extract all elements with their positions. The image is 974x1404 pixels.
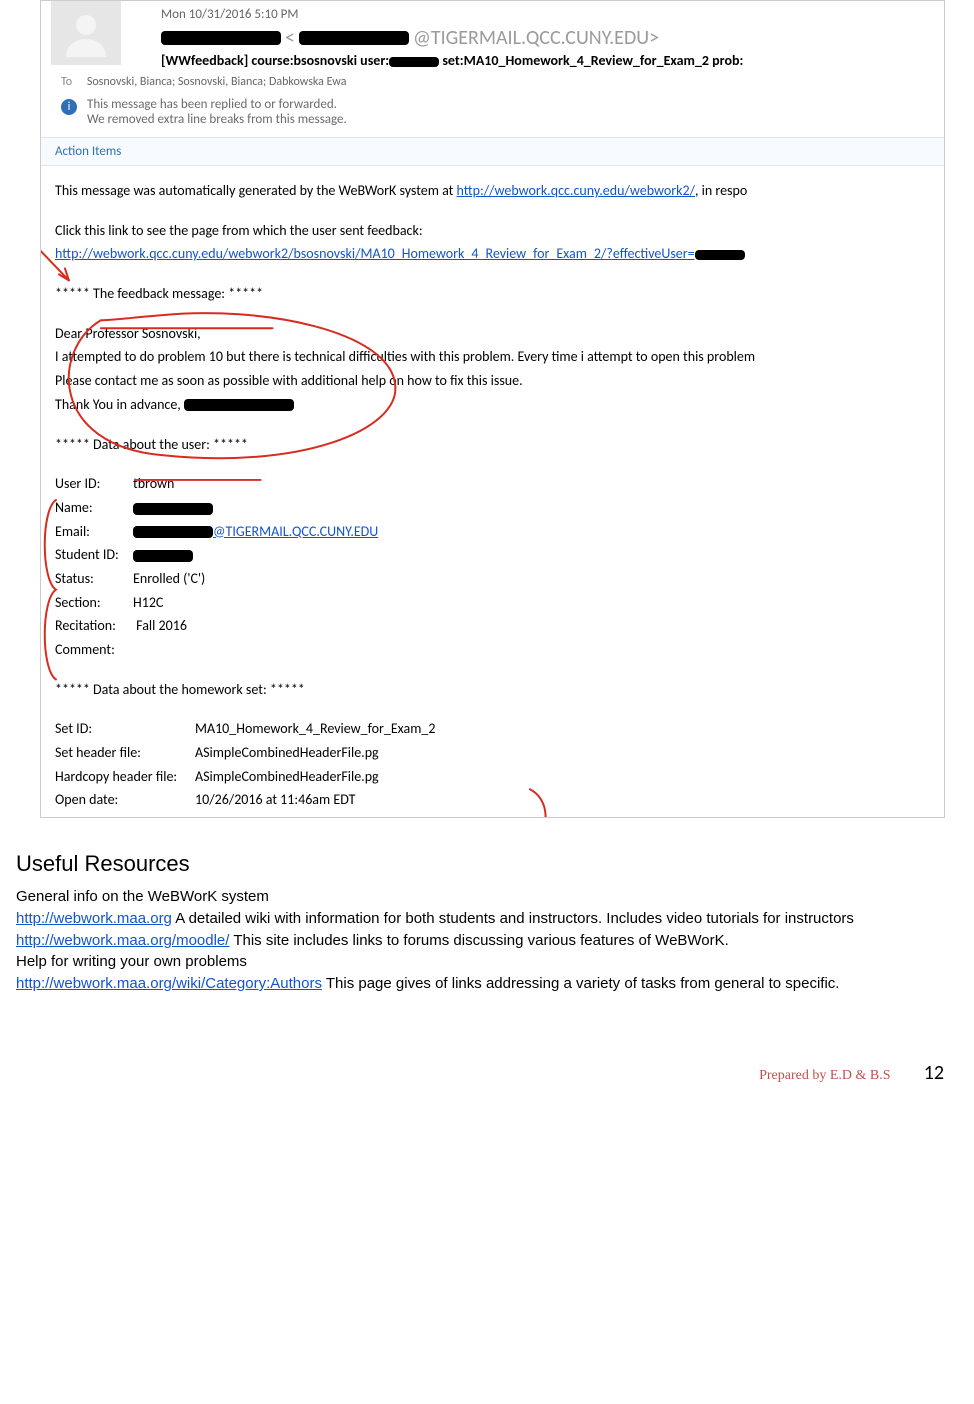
redacted-name [161,31,281,45]
email-header: Mon 10/31/2016 5:10 PM < @TIGERMAIL.QCC.… [41,1,944,127]
email-message-pane: Mon 10/31/2016 5:10 PM < @TIGERMAIL.QCC.… [40,0,945,818]
link-webwork-maa[interactable]: http://webwork.maa.org [16,910,172,927]
person-icon [62,9,110,57]
link-webwork-root[interactable]: http://webwork.qcc.cuny.edu/webwork2/ [457,182,695,199]
email-from: < @TIGERMAIL.QCC.CUNY.EDU> [161,26,934,50]
resources-title: Useful Resources [16,848,958,880]
email-date: Mon 10/31/2016 5:10 PM [161,7,934,22]
redacted-sid [133,550,193,562]
redacted-name2 [133,503,213,515]
page-footer: Prepared by E.D & B.S 12 [0,995,974,1115]
email-body: This message was automatically generated… [41,166,944,817]
link-webwork-moodle[interactable]: http://webwork.maa.org/moodle/ [16,932,229,949]
redacted-email2 [133,526,213,538]
action-items-bar[interactable]: Action Items [41,137,944,166]
resources-section: Useful Resources General info on the WeB… [0,848,974,995]
page-number: 12 [924,1061,944,1085]
avatar [51,1,121,65]
section-header-feedback: ***** The feedback message: ***** [55,283,930,305]
link-feedback-page[interactable]: http://webwork.qcc.cuny.edu/webwork2/bso… [55,245,695,262]
email-info-banner: i This message has been replied to or fo… [61,97,934,127]
prepared-by: Prepared by E.D & B.S [759,1068,890,1083]
link-webwork-authors[interactable]: http://webwork.maa.org/wiki/Category:Aut… [16,975,322,992]
email-to: To Sosnovski, Bianca; Sosnovski, Bianca;… [61,75,934,89]
email-subject: [WWfeedback] course:bsosnovski user: set… [161,52,934,69]
info-icon: i [61,99,77,115]
section-header-user: ***** Data about the user: ***** [55,434,930,456]
link-student-email[interactable]: @TIGERMAIL.QCC.CUNY.EDU [213,523,378,540]
email-from-domain: @TIGERMAIL.QCC.CUNY.EDU> [413,26,659,50]
section-header-set: ***** Data about the homework set: ***** [55,679,930,701]
redacted-signature [184,399,294,411]
redacted-user [389,57,439,67]
redacted-user-param [695,250,745,260]
redacted-email-user [299,31,409,45]
